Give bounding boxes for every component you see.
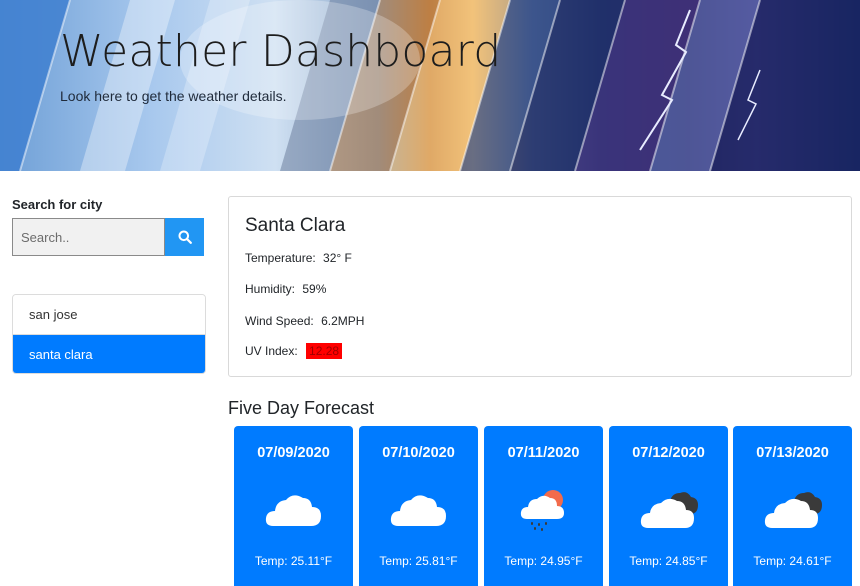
forecast-temp: Temp: 24.95°F — [504, 554, 583, 568]
uv-index-label: UV Index: — [245, 344, 298, 358]
humidity-row: Humidity: 59% — [245, 282, 326, 296]
forecast-card-day-5: 07/13/2020 Temp: 24.61°F — [733, 426, 852, 586]
wind-speed-label: Wind Speed: — [245, 314, 314, 328]
current-weather-card: Santa Clara Temperature: 32° F Humidity:… — [228, 196, 852, 377]
header-banner: Weather Dashboard Look here to get the w… — [0, 0, 860, 171]
page-subtitle: Look here to get the weather details. — [60, 88, 287, 104]
forecast-date: 07/12/2020 — [632, 445, 705, 461]
humidity-label: Humidity: — [245, 282, 296, 296]
forecast-card-day-4: 07/12/2020 Temp: 24.85°F — [609, 426, 728, 586]
forecast-title: Five Day Forecast — [228, 398, 375, 418]
cloud-icon — [265, 495, 321, 526]
forecast-date: 07/13/2020 — [756, 445, 829, 461]
forecast-temp: Temp: 24.85°F — [629, 554, 708, 568]
search-history-list: san jose santa clara — [12, 294, 206, 374]
wind-speed-value: 6.2MPH — [321, 314, 365, 328]
humidity-value: 59% — [302, 282, 327, 296]
forecast-date: 07/10/2020 — [382, 445, 455, 461]
history-item-santa-clara[interactable]: santa clara — [13, 334, 205, 373]
forecast-card-day-2: 07/10/2020 Temp: 25.81°F — [359, 426, 478, 586]
current-city-name: Santa Clara — [245, 215, 346, 236]
temperature-row: Temperature: 32° F — [245, 251, 352, 265]
history-item-label: san jose — [29, 307, 78, 322]
forecast-temp: Temp: 24.61°F — [753, 554, 832, 568]
history-item-label: santa clara — [29, 346, 93, 362]
forecast-card-day-1: 07/09/2020 Temp: 25.11°F — [234, 426, 353, 586]
forecast-date: 07/11/2020 — [507, 445, 580, 461]
wind-speed-row: Wind Speed: 6.2MPH — [245, 314, 364, 328]
temperature-value: 32° F — [323, 251, 352, 265]
uv-index-row: UV Index: 12.28 — [245, 343, 343, 359]
page-title: Weather Dashboard — [60, 26, 502, 77]
history-item-san-jose[interactable]: san jose — [13, 295, 205, 334]
search-icon — [178, 230, 192, 244]
search-button[interactable] — [165, 218, 204, 256]
search-input[interactable] — [12, 218, 165, 256]
uv-index-badge: 12.28 — [306, 343, 343, 359]
forecast-date: 07/09/2020 — [257, 445, 330, 461]
cloud-icon — [390, 495, 446, 526]
forecast-temp: Temp: 25.11°F — [254, 554, 333, 568]
forecast-card-day-3: 07/11/2020 Temp: 24.95°F — [484, 426, 603, 586]
dark-clouds-icon — [640, 492, 698, 528]
temperature-label: Temperature: — [245, 251, 316, 265]
dark-clouds-icon — [764, 492, 822, 528]
sun-rain-cloud-icon — [520, 490, 564, 531]
search-label: Search for city — [12, 197, 103, 212]
forecast-temp: Temp: 25.81°F — [379, 554, 458, 568]
